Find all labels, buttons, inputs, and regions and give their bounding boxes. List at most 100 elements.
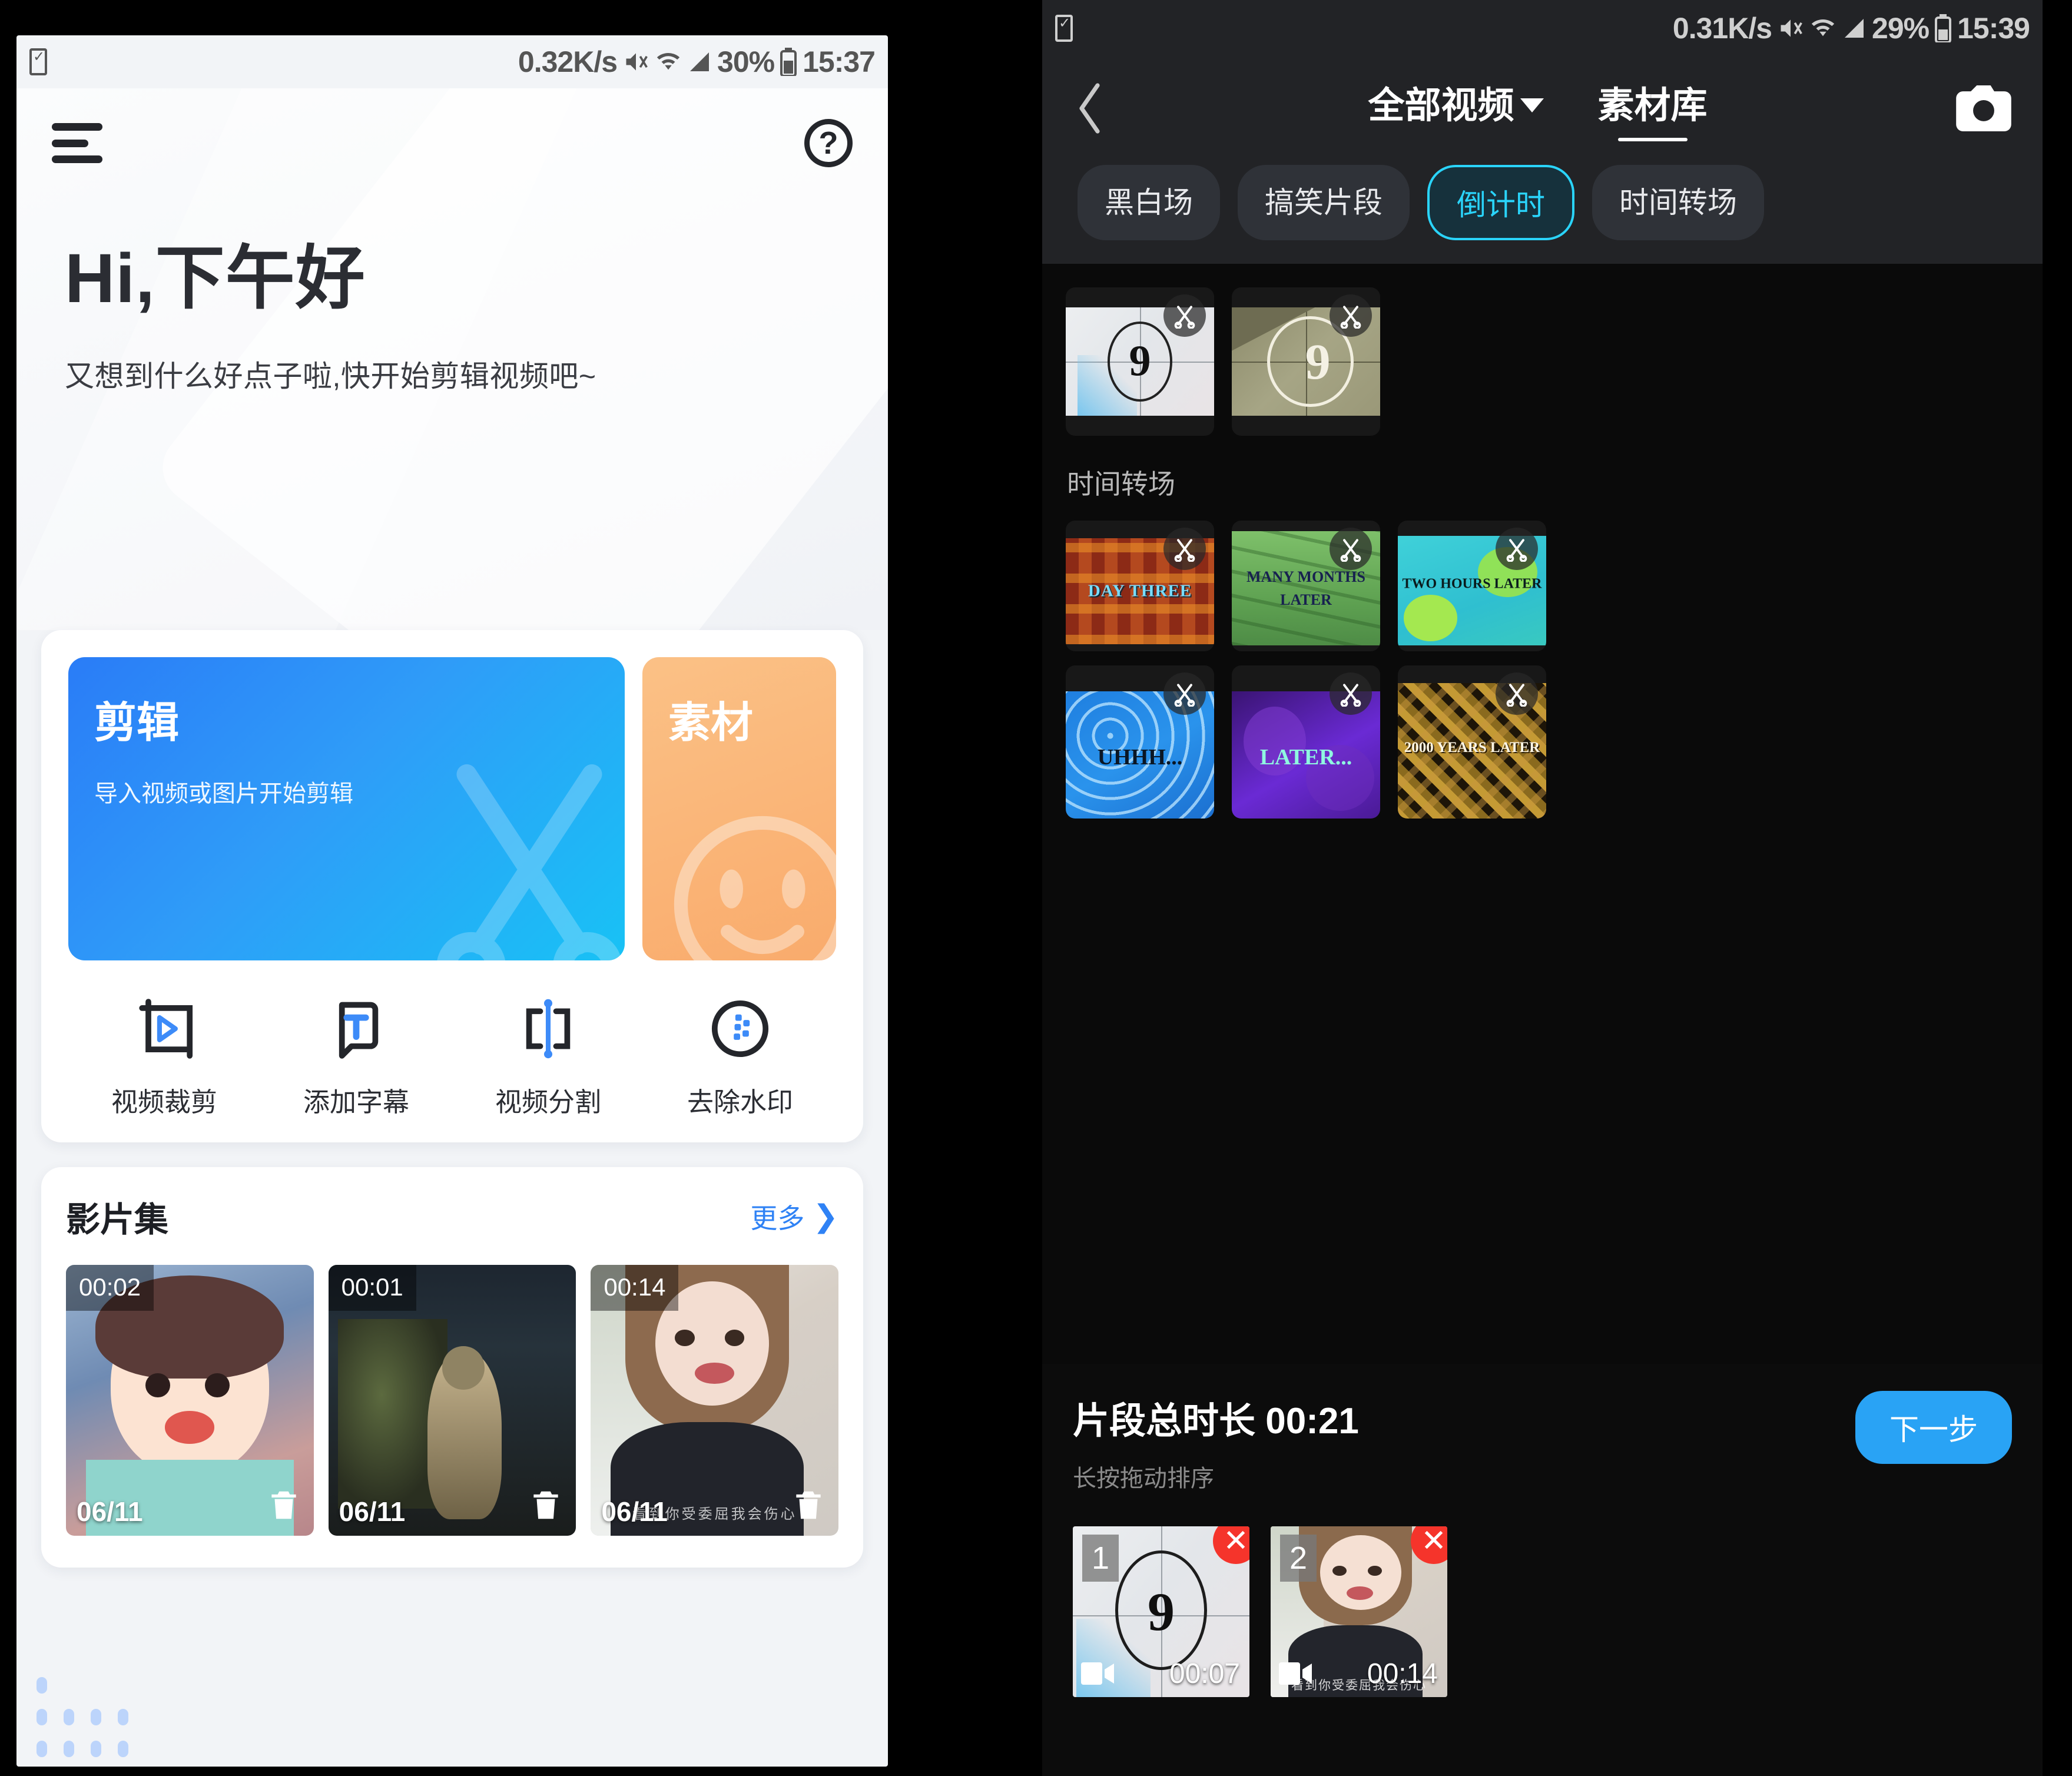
video-crop-icon — [132, 995, 196, 1061]
countdown-row: 9 9 — [1042, 264, 2043, 436]
scissors-icon[interactable] — [1163, 294, 1206, 337]
trash-icon[interactable] — [266, 1487, 302, 1526]
film-item[interactable]: 00:02 06/11 — [66, 1265, 314, 1536]
clip-index: 1 — [1082, 1535, 1119, 1582]
camera-icon[interactable] — [1955, 85, 2012, 131]
film-duration: 00:02 — [66, 1265, 154, 1311]
smiley-icon — [665, 798, 836, 960]
tool-label: 添加字幕 — [303, 1087, 409, 1117]
chevron-left-icon[interactable] — [1073, 80, 1108, 137]
film-date: 06/11 — [77, 1496, 143, 1527]
chip-funny-clip[interactable]: 搞笑片段 — [1238, 165, 1410, 240]
nav-bar: 全部视频 素材库 — [1042, 57, 2043, 145]
hamburger-menu-icon[interactable] — [52, 123, 102, 163]
status-bar-left: 0.32K/s 30% 15:37 — [16, 35, 888, 88]
material-item[interactable]: UHHH... — [1066, 665, 1214, 819]
chip-black-white[interactable]: 黑白场 — [1078, 165, 1220, 240]
asset-tile-title: 素材 — [668, 700, 754, 747]
tab-all-videos[interactable]: 全部视频 — [1368, 75, 1544, 141]
tool-shortcuts: 视频裁剪 添加字幕 视频分割 去除水印 — [68, 995, 836, 1119]
section-title: 影片集 — [66, 1201, 169, 1239]
hero-section: ? Hi,下午好 又想到什么好点子啦,快开始剪辑视频吧~ — [16, 88, 888, 630]
mute-icon — [623, 49, 649, 75]
clip-duration: 00:07 — [1169, 1658, 1240, 1689]
right-phone-screen: 0.31K/s 29% — [1036, 0, 2072, 1776]
tab-material-library[interactable]: 素材库 — [1598, 75, 1708, 141]
scissors-icon[interactable] — [1496, 528, 1538, 570]
edit-tile-title: 剪辑 — [94, 700, 180, 747]
wifi-icon — [655, 50, 682, 74]
signal-icon — [688, 50, 711, 74]
film-item[interactable]: 00:01 06/11 — [328, 1265, 576, 1536]
material-item[interactable]: 9 — [1232, 287, 1380, 436]
chevron-down-icon — [1520, 98, 1544, 112]
sim-icon — [1055, 15, 1073, 42]
remove-watermark-icon — [708, 995, 772, 1061]
video-split-icon — [516, 995, 580, 1061]
trash-icon[interactable] — [528, 1487, 564, 1526]
left-phone-screen: 0.32K/s 30% 15:37 — [0, 0, 1036, 1776]
edit-tile[interactable]: 剪辑 导入视频或图片开始剪辑 — [68, 657, 625, 960]
mute-icon — [1778, 15, 1804, 41]
material-item[interactable]: MANY MONTHS LATER — [1232, 521, 1380, 651]
next-step-button[interactable]: 下一步 — [1855, 1391, 2012, 1464]
trash-icon[interactable] — [790, 1487, 827, 1526]
page-subtitle: 又想到什么好点子啦,快开始剪辑视频吧~ — [65, 360, 596, 393]
scissors-icon[interactable] — [1163, 672, 1206, 715]
film-duration: 00:14 — [591, 1265, 679, 1311]
material-item[interactable]: 2000 YEARS LATER — [1398, 665, 1546, 819]
selection-sheet: 片段总时长 00:21 长按拖动排序 下一步 9 1 ✕ 00:07 看到你受委… — [1042, 1364, 2043, 1776]
tool-video-split[interactable]: 视频分割 — [452, 995, 644, 1119]
video-icon — [1279, 1662, 1312, 1688]
tool-remove-watermark[interactable]: 去除水印 — [644, 995, 836, 1119]
tool-label: 去除水印 — [687, 1087, 793, 1117]
transition-caption: DAY THREE — [1088, 581, 1192, 601]
scissors-icon[interactable] — [1163, 528, 1206, 570]
material-item[interactable]: LATER... — [1232, 665, 1380, 819]
selected-clip[interactable]: 9 1 ✕ 00:07 — [1073, 1526, 1249, 1697]
clip-index: 2 — [1280, 1535, 1317, 1582]
battery-icon — [1935, 14, 1952, 42]
tool-label: 视频分割 — [495, 1087, 601, 1117]
more-link[interactable]: 更多 ❯ — [750, 1197, 838, 1236]
material-item[interactable]: DAY THREE — [1066, 521, 1214, 651]
scissors-icon[interactable] — [1330, 528, 1372, 570]
tool-add-subtitle[interactable]: 添加字幕 — [260, 995, 452, 1119]
tool-label: 视频裁剪 — [111, 1087, 217, 1117]
page-title: Hi,下午好 — [65, 240, 366, 317]
transition-caption: 2000 YEARS LATER — [1404, 740, 1540, 756]
close-icon[interactable]: ✕ — [1411, 1526, 1447, 1564]
chip-countdown[interactable]: 倒计时 — [1427, 165, 1574, 240]
chip-time-transition[interactable]: 时间转场 — [1592, 165, 1764, 240]
battery-percent: 29% — [1872, 12, 1930, 45]
battery-icon — [780, 48, 797, 76]
material-item[interactable]: TWO HOURS LATER — [1398, 521, 1546, 651]
transition-caption: LATER... — [1259, 745, 1352, 770]
sim-icon — [29, 48, 47, 75]
dual-screenshot: 0.32K/s 30% 15:37 — [0, 0, 2072, 1776]
wifi-icon — [1809, 16, 1836, 40]
network-speed: 0.31K/s — [1672, 12, 1772, 45]
scissors-icon[interactable] — [1496, 672, 1538, 715]
clock: 15:39 — [1957, 12, 2030, 45]
close-icon[interactable]: ✕ — [1213, 1526, 1249, 1564]
main-actions-card: 剪辑 导入视频或图片开始剪辑 素材 视频裁剪 添加字幕 视频分割 去除水印 — [41, 630, 863, 1142]
top-bar-right: 0.31K/s 29% — [1042, 0, 2043, 264]
video-icon — [1081, 1662, 1114, 1688]
scissors-icon[interactable] — [1330, 294, 1372, 337]
help-circle-icon[interactable]: ? — [804, 119, 853, 167]
asset-tile[interactable]: 素材 — [642, 657, 836, 960]
signal-icon — [1842, 16, 1866, 40]
add-subtitle-icon — [324, 995, 388, 1061]
total-duration-label: 片段总时长 00:21 — [1073, 1401, 1359, 1442]
selected-clip[interactable]: 看到你受委屈我会伤心 2 ✕ 00:14 — [1271, 1526, 1447, 1697]
film-item[interactable]: 看到你受委屈我会伤心 00:14 06/11 — [591, 1265, 839, 1536]
film-date: 06/11 — [339, 1496, 406, 1527]
material-item[interactable]: 9 — [1066, 287, 1214, 436]
tab-label: 全部视频 — [1368, 85, 1514, 126]
transition-caption: TWO HOURS LATER — [1402, 576, 1542, 592]
scissors-icon[interactable] — [1330, 672, 1372, 715]
more-label: 更多 — [750, 1203, 805, 1234]
tool-video-crop[interactable]: 视频裁剪 — [68, 995, 260, 1119]
transition-row-2: UHHH... LATER... 2000 YEARS LATER — [1042, 651, 2043, 819]
